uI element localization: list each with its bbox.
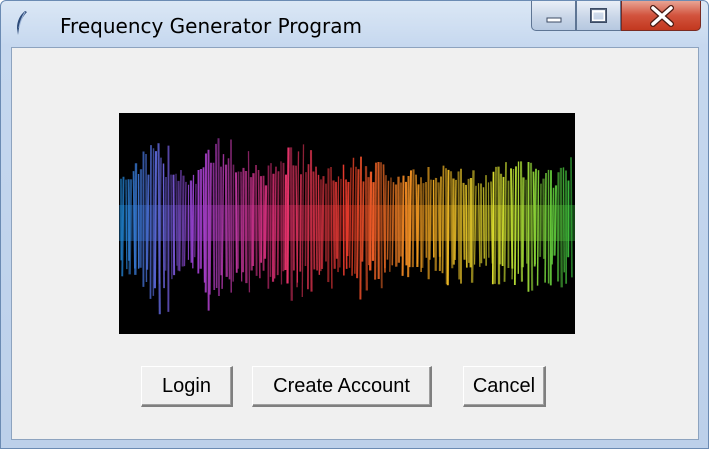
- close-icon: [650, 5, 674, 27]
- app-window: Frequency Generator Program Login Create…: [0, 0, 709, 449]
- waveform-graphic: [119, 138, 575, 315]
- maximize-button[interactable]: [576, 1, 621, 31]
- title-bar[interactable]: Frequency Generator Program: [1, 1, 708, 45]
- cancel-button[interactable]: Cancel: [463, 366, 546, 407]
- minimize-button[interactable]: [531, 1, 576, 31]
- main-panel: Login Create Account Cancel: [11, 47, 699, 440]
- close-button[interactable]: [621, 1, 701, 31]
- create-account-button[interactable]: Create Account: [252, 366, 432, 407]
- window-title: Frequency Generator Program: [60, 14, 362, 38]
- minimize-icon: [546, 17, 562, 23]
- maximize-icon: [590, 8, 607, 23]
- waveform-banner-image: [119, 113, 575, 334]
- login-button[interactable]: Login: [141, 366, 233, 407]
- feather-icon: [17, 11, 27, 35]
